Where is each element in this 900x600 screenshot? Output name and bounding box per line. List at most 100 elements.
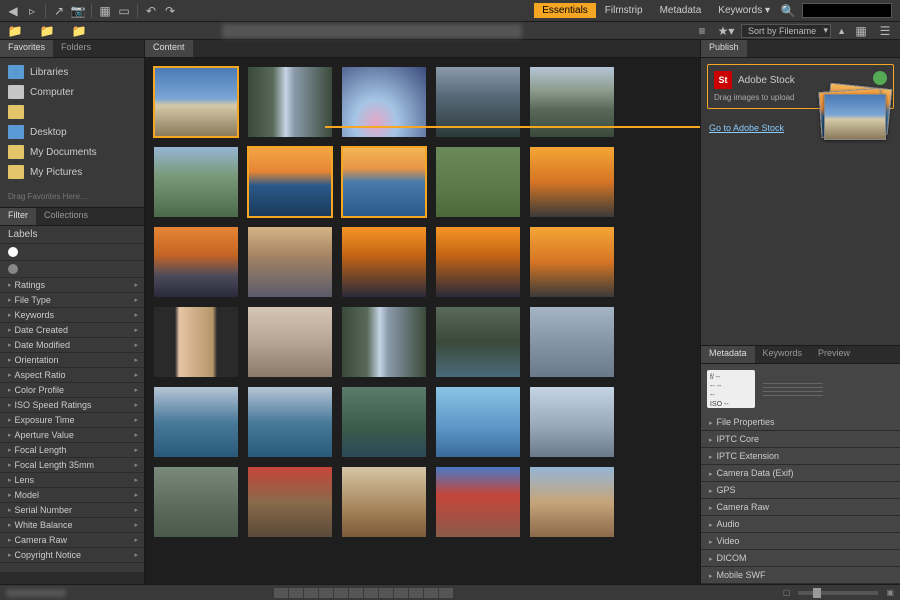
rotate-ccw-icon[interactable]: ↶: [142, 2, 160, 20]
thumbnail[interactable]: [435, 386, 521, 458]
favorite-item[interactable]: Computer: [0, 82, 144, 102]
search-icon[interactable]: 🔍: [779, 2, 797, 20]
sort-dropdown[interactable]: Sort by Filename: [741, 24, 831, 38]
filter-label-row[interactable]: [0, 244, 144, 261]
favorite-item[interactable]: My Pictures: [0, 162, 144, 182]
rotate-cw-icon[interactable]: ↷: [161, 2, 179, 20]
metadata-section[interactable]: DICOM: [701, 550, 900, 567]
thumbnail[interactable]: [341, 466, 427, 538]
filter-item[interactable]: Ratings: [0, 278, 144, 293]
reveal-icon[interactable]: ↗: [50, 2, 68, 20]
thumbnail[interactable]: [153, 146, 239, 218]
filter-item[interactable]: Copyright Notice: [0, 548, 144, 563]
zoom-in-icon[interactable]: ▣: [886, 588, 894, 597]
refine-icon[interactable]: ▦: [96, 2, 114, 20]
tab-metadata[interactable]: Metadata: [701, 346, 755, 363]
workspace-essentials[interactable]: Essentials: [534, 3, 596, 18]
thumbnail[interactable]: [435, 306, 521, 378]
metadata-section[interactable]: File Properties: [701, 414, 900, 431]
thumbnail[interactable]: [435, 466, 521, 538]
back-icon[interactable]: ◀: [4, 2, 22, 20]
list-view-icon[interactable]: ☰: [876, 22, 894, 40]
favorite-item[interactable]: My Documents: [0, 142, 144, 162]
metadata-section[interactable]: Camera Data (Exif): [701, 465, 900, 482]
upload-icon[interactable]: [873, 71, 887, 85]
tab-content[interactable]: Content: [145, 40, 193, 57]
scrollbar-h[interactable]: [0, 572, 144, 584]
favorite-item[interactable]: Libraries: [0, 62, 144, 82]
zoom-out-icon[interactable]: ▢: [783, 588, 791, 597]
filter-item[interactable]: Camera Raw: [0, 533, 144, 548]
thumbnail[interactable]: [153, 226, 239, 298]
metadata-section[interactable]: IPTC Core: [701, 431, 900, 448]
thumbnail[interactable]: [529, 66, 615, 138]
thumbnail[interactable]: [341, 226, 427, 298]
workspace-metadata[interactable]: Metadata: [652, 3, 710, 18]
thumbnail[interactable]: [247, 146, 333, 218]
filter-item[interactable]: Focal Length: [0, 443, 144, 458]
filter-label-row[interactable]: Labels: [0, 226, 144, 244]
filter-icon[interactable]: ≡: [693, 22, 711, 40]
filter-item[interactable]: Lens: [0, 473, 144, 488]
filter-item[interactable]: File Type: [0, 293, 144, 308]
filter-item[interactable]: White Balance: [0, 518, 144, 533]
filter-item[interactable]: Date Modified: [0, 338, 144, 353]
filter-item[interactable]: Keywords: [0, 308, 144, 323]
camera-icon[interactable]: 📷: [69, 2, 87, 20]
thumbnail[interactable]: [153, 466, 239, 538]
thumbnail[interactable]: [247, 466, 333, 538]
star-filter-icon[interactable]: ★▾: [717, 22, 735, 40]
forward-icon[interactable]: ▹: [23, 2, 41, 20]
workspace-filmstrip[interactable]: Filmstrip: [597, 3, 651, 18]
filter-item[interactable]: Color Profile: [0, 383, 144, 398]
sort-dir-icon[interactable]: ▲: [837, 26, 846, 36]
favorite-item[interactable]: Desktop: [0, 122, 144, 142]
thumbnail[interactable]: [435, 66, 521, 138]
thumbnail[interactable]: [341, 386, 427, 458]
folder-icon[interactable]: 📁: [70, 22, 88, 40]
folder-icon[interactable]: 📁: [6, 22, 24, 40]
metadata-section[interactable]: Audio: [701, 516, 900, 533]
filter-item[interactable]: Exposure Time: [0, 413, 144, 428]
filter-item[interactable]: Date Created: [0, 323, 144, 338]
metadata-section[interactable]: GPS: [701, 482, 900, 499]
thumbnail[interactable]: [153, 386, 239, 458]
thumbnail[interactable]: [341, 146, 427, 218]
tab-publish[interactable]: Publish: [701, 40, 747, 57]
thumbnail[interactable]: [247, 306, 333, 378]
open-icon[interactable]: ▭: [115, 2, 133, 20]
filter-item[interactable]: Model: [0, 488, 144, 503]
filter-item[interactable]: Serial Number: [0, 503, 144, 518]
thumbnail[interactable]: [153, 66, 239, 138]
thumbnail[interactable]: [435, 226, 521, 298]
grid-view-icon[interactable]: ▦: [852, 22, 870, 40]
filter-item[interactable]: Focal Length 35mm: [0, 458, 144, 473]
filter-item[interactable]: Orientation: [0, 353, 144, 368]
tab-folders[interactable]: Folders: [53, 40, 99, 57]
favorite-item[interactable]: [0, 102, 144, 122]
thumbnail[interactable]: [529, 386, 615, 458]
thumbnail[interactable]: [247, 226, 333, 298]
workspace-keywords[interactable]: Keywords ▾: [710, 3, 778, 18]
metadata-section[interactable]: Mobile SWF: [701, 567, 900, 584]
metadata-section[interactable]: Camera Raw: [701, 499, 900, 516]
filter-item[interactable]: Aperture Value: [0, 428, 144, 443]
thumbnail[interactable]: [529, 226, 615, 298]
thumbnail[interactable]: [341, 306, 427, 378]
thumbnail[interactable]: [341, 66, 427, 138]
zoom-slider[interactable]: [798, 591, 878, 595]
thumbnail[interactable]: [529, 146, 615, 218]
thumbnail[interactable]: [529, 466, 615, 538]
breadcrumb[interactable]: [222, 24, 522, 38]
filter-item[interactable]: Aspect Ratio: [0, 368, 144, 383]
thumbnail[interactable]: [529, 306, 615, 378]
thumbnail[interactable]: [153, 306, 239, 378]
search-input[interactable]: [802, 3, 892, 18]
tab-keywords-panel[interactable]: Keywords: [755, 346, 811, 363]
thumbnail[interactable]: [247, 386, 333, 458]
tab-collections[interactable]: Collections: [36, 208, 96, 225]
filter-item[interactable]: ISO Speed Ratings: [0, 398, 144, 413]
thumbnail[interactable]: [247, 66, 333, 138]
tab-preview[interactable]: Preview: [810, 346, 858, 363]
filter-label-row[interactable]: [0, 261, 144, 278]
